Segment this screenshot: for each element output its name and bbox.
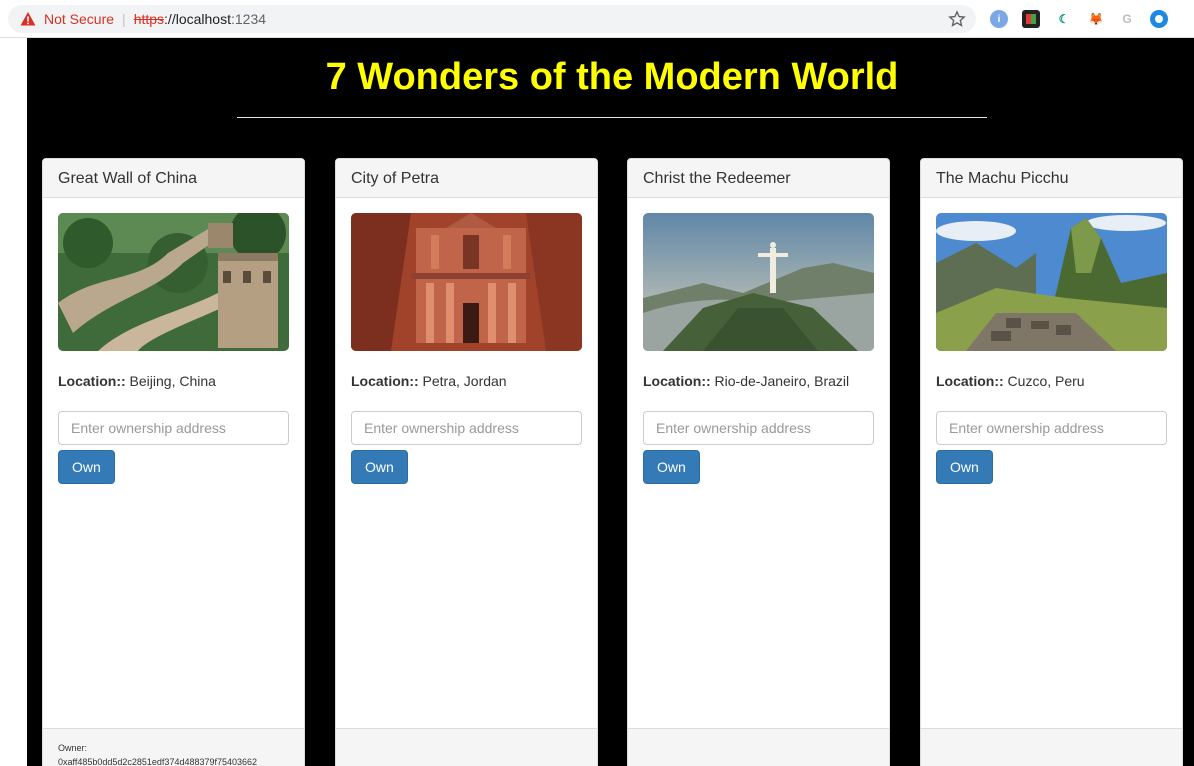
wonder-card-machu-picchu: The Machu Picchu Location:: Cuzco, Peru … [920,158,1183,766]
ownership-address-input[interactable] [58,411,289,445]
card-title: Great Wall of China [43,159,304,198]
extension-3-icon[interactable]: ☾ [1055,10,1073,28]
location-label: Location:: [643,373,711,389]
card-title: Christ the Redeemer [628,159,889,198]
card-footer [336,728,597,766]
location-text: Location:: Beijing, China [58,373,216,389]
url-port: :1234 [230,11,267,27]
location-text: Location:: Cuzco, Peru [936,373,1085,389]
card-title: City of Petra [336,159,597,198]
own-button[interactable]: Own [643,450,700,484]
extension-6-icon[interactable] [1150,10,1168,28]
address-bar[interactable]: Not Secure | https://localhost:1234 [8,5,976,33]
location-value: Beijing, China [125,373,216,389]
card-title: The Machu Picchu [921,159,1182,198]
christ-redeemer-image [643,213,874,351]
url-separator: | [122,11,126,27]
warning-icon [20,12,36,26]
not-secure-label[interactable]: Not Secure [44,11,114,27]
location-label: Location:: [58,373,126,389]
title-divider [237,117,987,118]
own-button[interactable]: Own [58,450,115,484]
location-label: Location:: [936,373,1004,389]
browser-toolbar: Not Secure | https://localhost:1234 i ☾ … [0,0,1194,38]
url-scheme: https [133,11,165,27]
location-text: Location:: Petra, Jordan [351,373,507,389]
location-value: Rio-de-Janeiro, Brazil [710,373,850,389]
page-left-margin [0,38,27,766]
machu-picchu-image [936,213,1167,351]
own-button[interactable]: Own [936,450,993,484]
own-button[interactable]: Own [351,450,408,484]
card-footer: Owner: 0xaff485b0dd5d2c2851edf374d488379… [43,728,304,766]
wonder-card-great-wall: Great Wall of China Location:: Beijing, … [42,158,305,766]
location-text: Location:: Rio-de-Janeiro, Brazil [643,373,849,389]
ownership-address-input[interactable] [936,411,1167,445]
great-wall-image [58,213,289,351]
page-body: 7 Wonders of the Modern World Great Wall… [27,38,1194,766]
extension-2-icon[interactable] [1022,10,1040,28]
owner-address: 0xaff485b0dd5d2c2851edf374d488379f754036… [58,757,258,766]
google-extension-icon[interactable]: G [1118,10,1136,28]
ownership-address-input[interactable] [643,411,874,445]
wonder-card-christ-redeemer: Christ the Redeemer Location:: Rio-de-Ja… [627,158,890,766]
owner-label: Owner: [58,743,88,753]
petra-image [351,213,582,351]
location-value: Cuzco, Peru [1003,373,1085,389]
location-label: Location:: [351,373,419,389]
url-host: ://localhost [164,11,231,27]
location-value: Petra, Jordan [418,373,507,389]
wonder-card-petra: City of Petra Location:: Petra, Jordan O… [335,158,598,766]
metamask-fox-icon[interactable]: 🦊 [1087,10,1105,28]
ownership-address-input[interactable] [351,411,582,445]
card-footer [921,728,1182,766]
extension-1-icon[interactable]: i [990,10,1008,28]
card-footer [628,728,889,766]
bookmark-star-icon[interactable] [948,10,966,28]
page-title: 7 Wonders of the Modern World [325,56,899,98]
